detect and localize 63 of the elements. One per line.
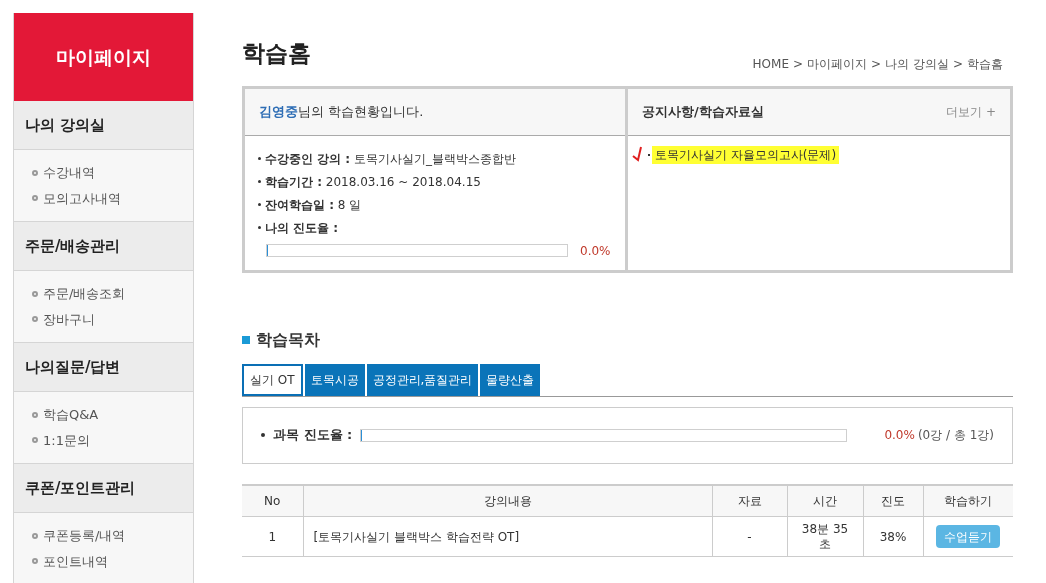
bullet-icon [258,157,261,160]
sidebar-heading[interactable]: 쿠폰/포인트관리 [14,464,193,513]
table-cell: - [712,516,787,557]
bullet-icon [32,169,38,176]
bullet-icon [261,433,265,437]
bullet-icon [32,437,38,444]
notice-title: 공지사항/학습자료실 [642,102,764,121]
bullet-icon [32,195,38,202]
column-header: 강의내용 [303,484,712,517]
breadcrumb-separator: > [952,55,963,73]
breadcrumb-link[interactable]: HOME [752,54,789,73]
sidebar-item[interactable]: 모의고사내역 [43,188,121,208]
tab[interactable]: 토목시공 [304,363,365,396]
tab[interactable]: 공정관리,품질관리 [366,363,479,396]
sidebar-item[interactable]: 쿠폰등록/내역 [43,526,126,546]
status-line: 수강중인 강의 : 토목기사실기_블랙박스종합반 [265,150,516,168]
bullet-icon [258,180,261,183]
sidebar-item[interactable]: 수강내역 [43,163,95,183]
breadcrumb-link[interactable]: 나의 강의실 [885,54,949,73]
breadcrumb-separator: > [871,55,882,73]
status-line: 학습기간 : 2018.03.16 ~ 2018.04.15 [265,173,481,191]
sidebar-item[interactable]: 주문/배송조회 [43,284,126,304]
table-cell: 38분 35 초 [787,516,863,557]
sidebar-heading[interactable]: 나의질문/답변 [14,343,193,392]
column-header: 진도 [863,484,923,517]
greeting-text: 김영중님의 학습현황입니다. [245,88,625,136]
progress-detail: (0강 / 총 1강) [917,427,994,444]
bullet-icon [258,203,261,206]
section-marker-icon [242,335,250,344]
sidebar-title: 마이페이지 [14,13,193,101]
table-cell: [토목기사실기 블랙박스 학습전략 OT] [303,516,712,557]
sidebar-heading[interactable]: 주문/배송관리 [14,222,193,271]
table-cell: 1 [242,516,303,557]
bullet-icon [32,411,38,418]
column-header: 자료 [712,484,787,517]
breadcrumb-link[interactable]: 학습홈 [967,54,1003,73]
tab[interactable]: 물량산출 [480,363,541,396]
breadcrumb-separator: > [793,55,804,73]
tab[interactable]: 실기 OT [242,363,303,396]
sidebar-item[interactable]: 포인트내역 [43,551,108,571]
column-header: No [242,484,303,517]
progress-reading: 0.0% [580,242,611,260]
status-line: 나의 진도율 : [265,219,339,237]
section-title: 학습목차 [256,328,320,351]
breadcrumb-link[interactable]: 마이페이지 [807,54,868,73]
column-header: 시간 [787,484,863,517]
bullet-icon [32,290,38,297]
sidebar-item[interactable]: 학습Q&A [43,405,99,425]
sidebar-heading[interactable]: 나의 강의실 [14,101,193,150]
more-link[interactable]: 더보기 + [946,102,996,121]
table-cell: 38% [863,516,923,557]
notice-item[interactable]: 토목기사실기 자율모의고사(문제) [652,145,840,164]
progress-label: 과목 진도율 : [273,426,353,445]
sidebar-item[interactable]: 장바구니 [43,309,95,329]
sidebar-item[interactable]: 1:1문의 [43,430,90,450]
bullet-icon [258,226,261,229]
bullet-icon [32,532,38,539]
bullet-icon [32,558,38,565]
status-line: 잔여학습일 : 8 일 [265,196,362,214]
progress-reading: 0.0% [884,427,915,444]
column-header: 학습하기 [923,484,1013,517]
bullet-icon [32,316,38,323]
page-title: 학습홈 [242,39,311,68]
